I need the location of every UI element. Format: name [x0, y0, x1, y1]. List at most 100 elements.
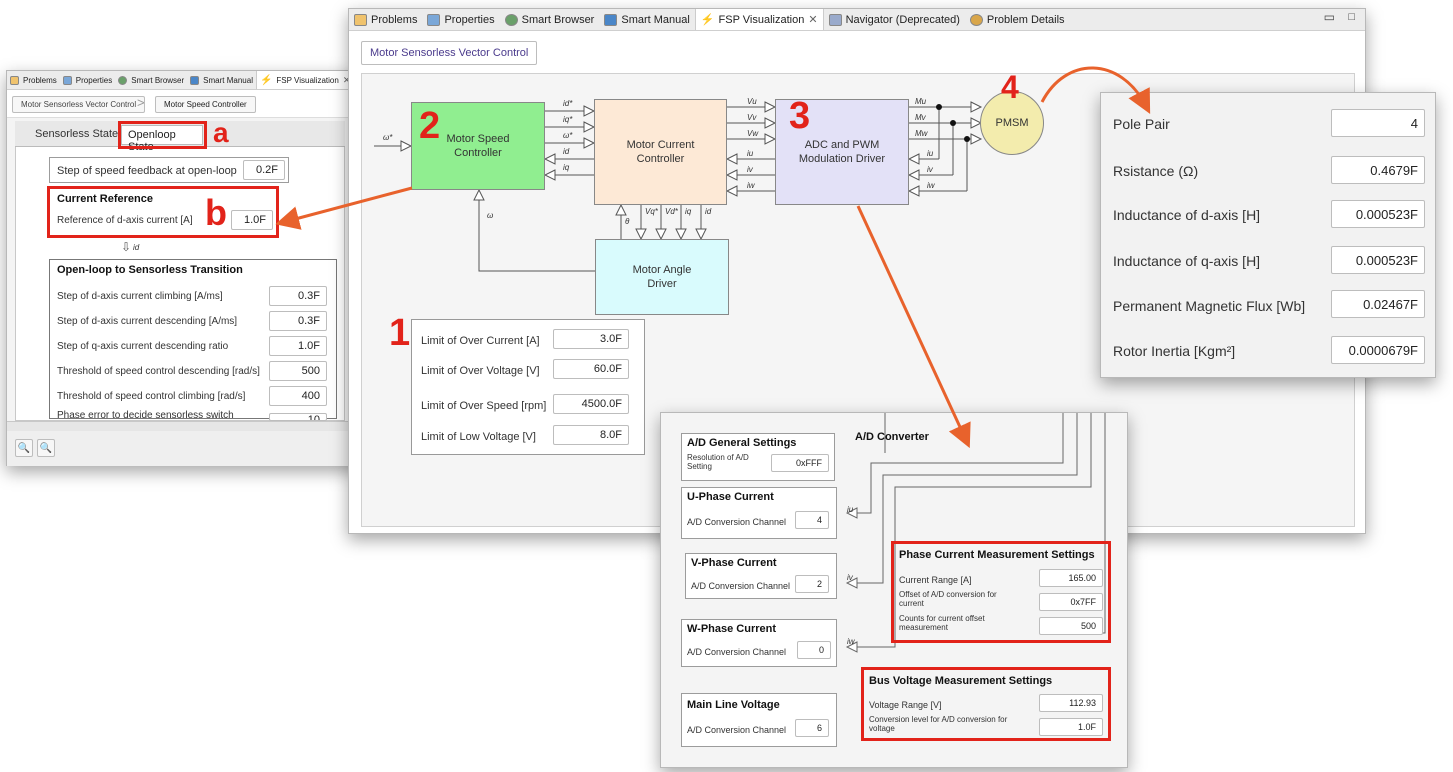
- transition-title: Open-loop to Sensorless Transition: [57, 264, 243, 276]
- motor-param-label: Pole Pair: [1113, 116, 1170, 132]
- signal-label: iq: [685, 207, 692, 216]
- channel-signal-label: iv: [847, 573, 853, 582]
- transition-row-field[interactable]: 0.3F: [269, 286, 327, 306]
- bus-voltage-label: Voltage Range [V]: [869, 700, 942, 710]
- transition-row-field[interactable]: 1.0F: [269, 336, 327, 356]
- id-signal-label: id: [133, 243, 140, 252]
- transition-row-field[interactable]: 0.3F: [269, 311, 327, 331]
- signal-label: ω*: [563, 131, 573, 140]
- motor-angle-driver-block[interactable]: Motor Angle Driver: [595, 239, 729, 315]
- current-reference-title: Current Reference: [57, 193, 153, 205]
- channel-field[interactable]: 0: [797, 641, 831, 659]
- motor-param-field[interactable]: 4: [1331, 109, 1425, 137]
- transition-row-label: Threshold of speed control descending [r…: [57, 366, 260, 377]
- ad-resolution-field[interactable]: 0xFFF: [771, 454, 829, 472]
- ad-resolution-label: Resolution of A/D Setting: [687, 453, 749, 471]
- signal-label: Vv: [747, 113, 757, 122]
- channel-field[interactable]: 6: [795, 719, 829, 737]
- motor-parameters-panel: Pole Pair 4 Rsistance (Ω) 0.4679F Induct…: [1100, 92, 1436, 378]
- channel-label: A/D Conversion Channel: [687, 647, 787, 657]
- zoom-out-icon[interactable]: 🔍: [37, 439, 55, 457]
- motor-param-field[interactable]: 0.4679F: [1331, 156, 1425, 184]
- zoom-in-icon[interactable]: 🔍: [15, 439, 33, 457]
- annotation-1: 1: [389, 312, 411, 354]
- motor-param-field[interactable]: 0.000523F: [1331, 246, 1425, 274]
- motor-current-controller-block[interactable]: Motor Current Controller: [594, 99, 727, 205]
- channel-title: V-Phase Current: [691, 557, 777, 569]
- omega-star-label: ω*: [383, 133, 393, 142]
- left-tab-fsp-visualization[interactable]: ⚡ FSP Visualization ✕: [255, 71, 355, 89]
- limit-field[interactable]: 8.0F: [553, 425, 629, 445]
- phase-current-field[interactable]: 165.00: [1039, 569, 1103, 587]
- omega-label: ω: [487, 211, 494, 220]
- speed-feedback-label: Step of speed feedback at open-loop: [57, 165, 237, 177]
- ad-converter-panel: A/D Converter A/D General Settings Resol…: [660, 412, 1128, 768]
- channel-label: A/D Conversion Channel: [691, 581, 791, 591]
- current-reference-field[interactable]: 1.0F: [231, 210, 273, 230]
- left-tab-smart-manual[interactable]: Smart Manual: [187, 71, 256, 89]
- bus-voltage-field[interactable]: 112.93: [1039, 694, 1103, 712]
- transition-row-field[interactable]: 10: [269, 413, 327, 421]
- limit-label: Limit of Over Speed [rpm]: [421, 400, 547, 412]
- signal-label: Mw: [915, 129, 928, 138]
- signal-label: Vq*: [645, 207, 658, 216]
- transition-row-field[interactable]: 400: [269, 386, 327, 406]
- left-tab-bar: Problems Properties Smart Browser Smart …: [7, 71, 359, 90]
- annotation-4: 4: [1001, 69, 1019, 105]
- limit-field[interactable]: 3.0F: [553, 329, 629, 349]
- left-bottom-toolbar: [7, 431, 359, 466]
- signal-label: Mu: [915, 97, 927, 106]
- down-arrow-icon: ⇩: [121, 240, 132, 254]
- horizontal-scrollbar[interactable]: [7, 421, 359, 431]
- speed-feedback-field[interactable]: 0.2F: [243, 160, 285, 180]
- channel-signal-label: iu: [847, 505, 854, 514]
- transition-row-label: Threshold of speed control climbing [rad…: [57, 391, 246, 402]
- motor-param-field[interactable]: 0.02467F: [1331, 290, 1425, 318]
- transition-row-field[interactable]: 500: [269, 361, 327, 381]
- motor-param-field[interactable]: 0.000523F: [1331, 200, 1425, 228]
- signal-label: Vu: [747, 97, 757, 106]
- bus-voltage-title: Bus Voltage Measurement Settings: [869, 675, 1053, 687]
- channel-label: A/D Conversion Channel: [687, 725, 787, 735]
- limit-label: Limit of Over Voltage [V]: [421, 365, 540, 377]
- channel-field[interactable]: 4: [795, 511, 829, 529]
- left-tab-problems[interactable]: Problems: [7, 71, 60, 89]
- channel-title: Main Line Voltage: [687, 699, 780, 711]
- breadcrumb-separator-icon: >: [137, 95, 145, 110]
- phase-current-field[interactable]: 0x7FF: [1039, 593, 1103, 611]
- bus-voltage-field[interactable]: 1.0F: [1039, 718, 1103, 736]
- signal-label: Mv: [915, 113, 926, 122]
- signal-label: iw: [927, 181, 935, 190]
- signal-label: iv: [747, 165, 753, 174]
- fsp-icon: ⚡: [259, 74, 273, 86]
- channel-label: A/D Conversion Channel: [687, 517, 787, 527]
- phase-current-label: Counts for current offset measurement: [899, 614, 985, 632]
- current-reference-label: Reference of d-axis current [A]: [57, 215, 193, 226]
- phase-current-title: Phase Current Measurement Settings: [899, 549, 1095, 561]
- phase-current-label: Offset of A/D conversion for current: [899, 590, 997, 608]
- breadcrumb-motor-sensorless[interactable]: Motor Sensorless Vector Control: [12, 96, 146, 113]
- ad-general-title: A/D General Settings: [687, 437, 797, 449]
- breadcrumb-motor-speed-controller[interactable]: Motor Speed Controller: [155, 96, 256, 113]
- limit-label: Limit of Over Current [A]: [421, 335, 540, 347]
- channel-field[interactable]: 2: [795, 575, 829, 593]
- motor-param-label: Permanent Magnetic Flux [Wb]: [1113, 298, 1306, 314]
- motor-param-field[interactable]: 0.0000679F: [1331, 336, 1425, 364]
- subtab-sensorless-state[interactable]: Sensorless State: [35, 128, 118, 140]
- limit-field[interactable]: 60.0F: [553, 359, 629, 379]
- phase-current-field[interactable]: 500: [1039, 617, 1103, 635]
- annotation-a: a: [213, 117, 229, 148]
- motor-param-label: Inductance of q-axis [H]: [1113, 253, 1261, 269]
- left-tab-smart-browser[interactable]: Smart Browser: [115, 71, 187, 89]
- limit-label: Limit of Low Voltage [V]: [421, 431, 536, 443]
- channel-signal-label: iw: [847, 637, 855, 646]
- left-tab-properties[interactable]: Properties: [60, 71, 115, 89]
- channel-title: W-Phase Current: [687, 623, 777, 635]
- signal-label: iu: [927, 149, 934, 158]
- signal-label: id*: [563, 99, 573, 108]
- signal-label: iu: [747, 149, 754, 158]
- limit-field[interactable]: 4500.0F: [553, 394, 629, 414]
- annotation-3: 3: [789, 95, 811, 137]
- speed-controller-window: Problems Properties Smart Browser Smart …: [6, 70, 360, 466]
- ad-converter-title: A/D Converter: [855, 431, 929, 443]
